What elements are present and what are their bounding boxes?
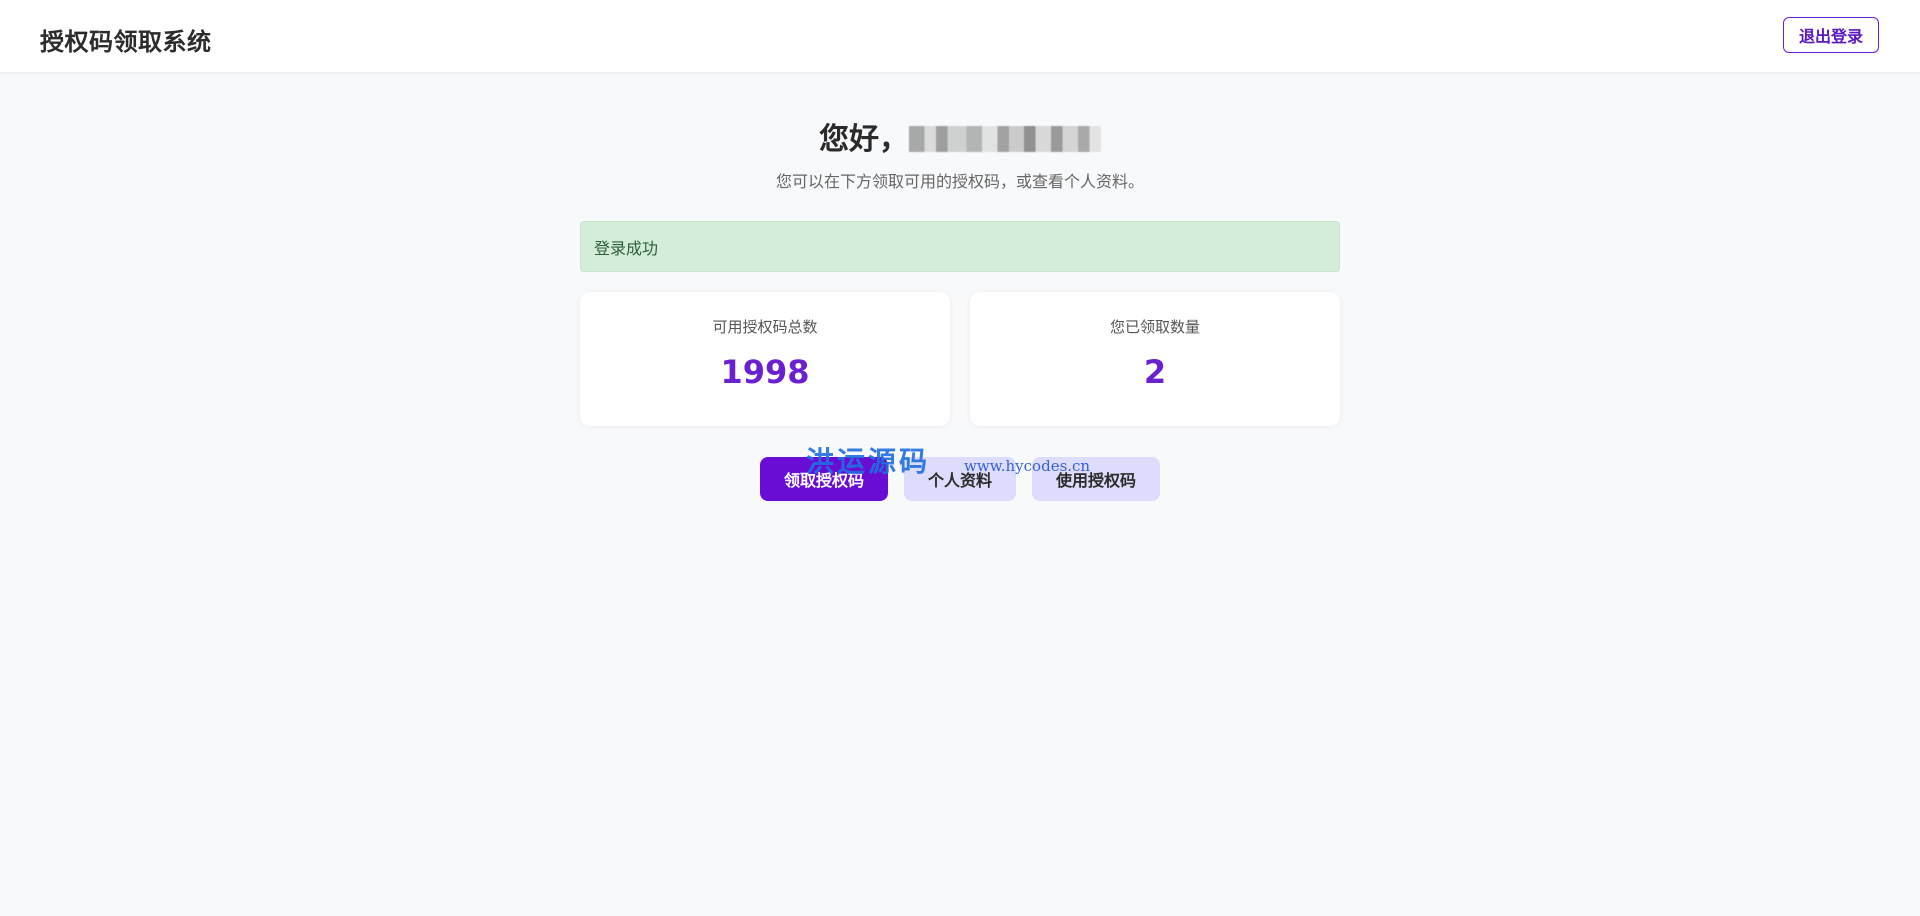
stat-value-available: 1998 (720, 353, 810, 391)
alert-message: 登录成功 (594, 238, 659, 258)
success-alert: 登录成功 (580, 221, 1340, 272)
stat-label-claimed: 您已领取数量 (1109, 318, 1200, 336)
greeting-prefix: 您好， (819, 122, 909, 157)
stat-card-claimed-count: 您已领取数量 2 (970, 292, 1340, 426)
welcome-subtitle: 您可以在下方领取可用的授权码，或查看个人资料。 (775, 172, 1144, 191)
stat-card-available-codes: 可用授权码总数 1998 (580, 292, 950, 426)
stat-label-available: 可用授权码总数 (712, 318, 818, 336)
app-title: 授权码领取系统 (40, 28, 212, 56)
greeting-heading: 您好， (0, 114, 1920, 157)
top-navbar: 授权码领取系统 退出登录 (0, 0, 1920, 72)
logout-button[interactable]: 退出登录 (1783, 17, 1879, 53)
profile-button[interactable]: 个人资料 (904, 457, 1016, 501)
action-buttons: 领取授权码 个人资料 使用授权码 (760, 457, 1160, 501)
stat-value-claimed: 2 (1143, 353, 1167, 391)
claim-code-button[interactable]: 领取授权码 (760, 457, 888, 501)
use-code-button[interactable]: 使用授权码 (1032, 457, 1160, 501)
redacted-username (909, 126, 1101, 152)
